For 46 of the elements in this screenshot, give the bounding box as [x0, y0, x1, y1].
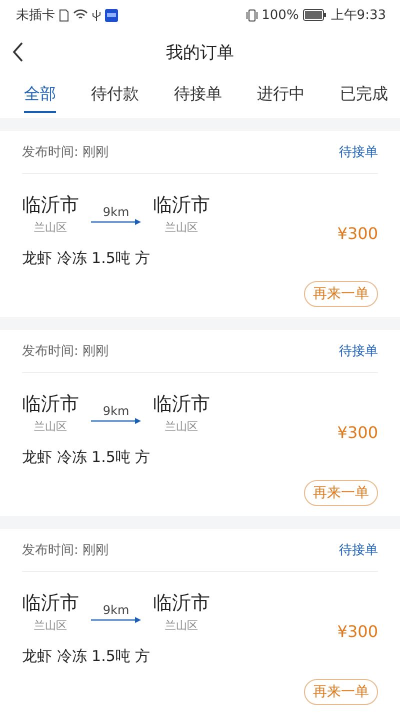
origin-city: 临沂市 — [22, 591, 79, 616]
tab[interactable]: 待接单 — [174, 80, 222, 113]
vibrate-icon — [246, 8, 258, 22]
origin-city: 临沂市 — [22, 392, 79, 417]
destination-city: 临沂市 — [153, 193, 210, 218]
destination-district: 兰山区 — [165, 419, 198, 434]
arrow-icon — [91, 617, 141, 623]
battery-icon — [302, 9, 327, 21]
wifi-icon — [73, 9, 88, 21]
sim-icon — [59, 8, 69, 22]
order-status: 待接单 — [339, 343, 378, 360]
app-icon — [105, 8, 118, 22]
price: ¥300 — [337, 224, 378, 243]
goods-info: 龙虾 冷冻 1.5吨 方 — [22, 249, 152, 268]
price: ¥300 — [337, 622, 378, 641]
origin-city: 临沂市 — [22, 193, 79, 218]
battery-percent: 100% — [262, 8, 299, 22]
distance: 9km — [102, 603, 130, 617]
tab[interactable]: 全部 — [24, 80, 56, 113]
destination-district: 兰山区 — [165, 220, 198, 235]
price: ¥300 — [337, 423, 378, 442]
origin-district: 兰山区 — [34, 618, 67, 633]
distance: 9km — [102, 404, 130, 418]
goods-info: 龙虾 冷冻 1.5吨 方 — [22, 647, 152, 666]
publish-time: 发布时间: 刚刚 — [22, 144, 109, 161]
usb-icon — [92, 8, 101, 22]
distance: 9km — [102, 205, 130, 219]
goods-info: 龙虾 冷冻 1.5吨 方 — [22, 448, 152, 467]
origin-district: 兰山区 — [34, 419, 67, 434]
clock: 上午9:33 — [330, 7, 386, 24]
arrow-icon — [91, 418, 141, 424]
tab[interactable]: 已完成 — [340, 80, 388, 113]
carrier-label: 未插卡 — [16, 7, 55, 24]
back-icon[interactable] — [12, 42, 24, 62]
arrow-icon — [91, 219, 141, 225]
destination-city: 临沂市 — [153, 591, 210, 616]
tab[interactable]: 待付款 — [91, 80, 139, 113]
destination-district: 兰山区 — [165, 618, 198, 633]
order-status: 待接单 — [339, 542, 378, 559]
destination-city: 临沂市 — [153, 392, 210, 417]
publish-time: 发布时间: 刚刚 — [22, 343, 109, 360]
page-title: 我的订单 — [166, 42, 234, 64]
order-status: 待接单 — [339, 144, 378, 161]
tab[interactable]: 进行中 — [257, 80, 305, 113]
origin-district: 兰山区 — [34, 220, 67, 235]
publish-time: 发布时间: 刚刚 — [22, 542, 109, 559]
